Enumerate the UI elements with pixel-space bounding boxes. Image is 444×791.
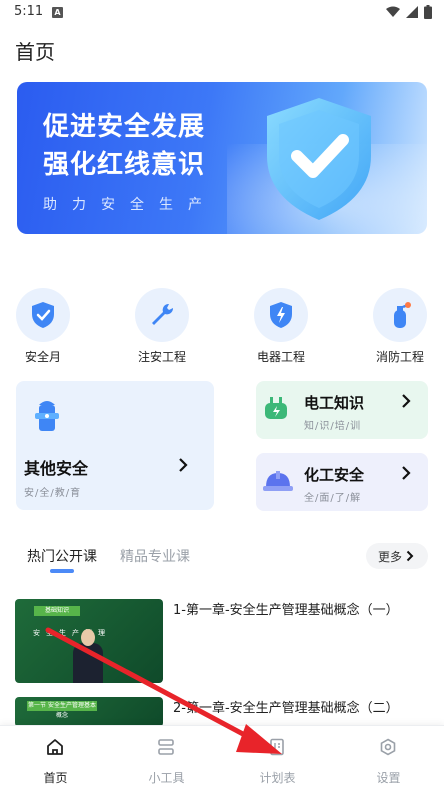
page-title: 首页 — [15, 40, 55, 64]
course-item-1[interactable]: 基础知识 安全生产管理 1-第一章-安全生产管理基础概念（一） — [15, 599, 429, 683]
course-thumbnail: 第一节 安全生产管理基本概念 — [15, 697, 163, 727]
category-electrical-engineering[interactable]: 电器工程 — [241, 288, 321, 365]
nav-home[interactable]: 首页 — [0, 726, 111, 791]
battery-icon — [424, 5, 432, 19]
nav-planner[interactable]: 计划表 — [222, 726, 333, 791]
lightning-icon — [270, 302, 292, 328]
course-item-2[interactable]: 第一节 安全生产管理基本概念 2-第一章-安全生产管理基础概念（二） — [15, 697, 429, 727]
system-icons — [386, 5, 432, 19]
presenter-body — [73, 643, 103, 683]
category-circle — [16, 288, 70, 342]
banner-subtitle: 助力安全生产 — [43, 197, 217, 213]
plug-icon — [265, 397, 287, 419]
category-safety-month[interactable]: 安全月 — [3, 288, 83, 365]
thumbnail-text: 安全生产管理 — [33, 629, 111, 637]
category-label: 电器工程 — [256, 350, 305, 364]
home-page: 5:11 A 首页 促进安全发展 强化红线意识 助力安全生产 安全月 注安工程 … — [0, 0, 444, 791]
bottom-navigation: 首页 小工具 计划表 设置 — [0, 725, 444, 791]
nav-label: 计划表 — [259, 771, 296, 785]
presenter-head — [81, 629, 95, 646]
card-subtitle: 安/全/教/育 — [24, 488, 82, 499]
nav-tools[interactable]: 小工具 — [111, 726, 222, 791]
chevron-right-icon — [402, 466, 411, 480]
category-label: 注安工程 — [137, 350, 186, 364]
nav-label: 首页 — [43, 771, 68, 785]
category-circle — [254, 288, 308, 342]
notification-icon: A — [52, 7, 63, 18]
shield-check-icon — [32, 302, 54, 328]
thumbnail-tag: 第一节 安全生产管理基本概念 — [27, 701, 97, 719]
category-label: 消防工程 — [375, 350, 424, 364]
settings-icon — [380, 738, 396, 756]
category-fire-engineering[interactable]: 消防工程 — [360, 288, 440, 365]
banner-headline-1: 促进安全发展 — [43, 112, 206, 142]
nav-label: 小工具 — [148, 771, 185, 785]
banner-headline-2: 强化红线意识 — [43, 150, 206, 180]
category-label: 安全月 — [24, 350, 61, 364]
hydrant-icon — [35, 401, 59, 431]
status-bar: 5:11 A — [0, 0, 444, 26]
card-title: 电工知识 — [304, 394, 365, 412]
more-button[interactable]: 更多 — [366, 543, 428, 569]
helmet-icon — [263, 471, 293, 491]
signal-icon — [406, 6, 418, 18]
category-circle — [135, 288, 189, 342]
course-title: 2-第一章-安全生产管理基础概念（二） — [173, 701, 399, 716]
shield-check-icon — [267, 98, 371, 220]
wrench-icon — [152, 303, 174, 325]
tools-icon — [158, 739, 174, 755]
card-electrical-knowledge[interactable]: 电工知识 知/识/培/训 — [256, 381, 428, 439]
course-thumbnail: 基础知识 安全生产管理 — [15, 599, 163, 683]
home-icon — [47, 739, 63, 755]
tab-indicator — [50, 569, 74, 573]
card-title: 化工安全 — [304, 466, 365, 484]
tab-hot-courses[interactable]: 热门公开课 — [27, 546, 97, 566]
fire-extinguisher-icon — [394, 302, 411, 328]
card-subtitle: 全/面/了/解 — [304, 493, 362, 504]
nav-label: 设置 — [376, 771, 401, 785]
card-chemical-safety[interactable]: 化工安全 全/面/了/解 — [256, 453, 428, 511]
card-subtitle: 知/识/培/训 — [304, 421, 362, 432]
status-time: 5:11 — [14, 4, 44, 19]
category-circle — [373, 288, 427, 342]
category-safety-engineering[interactable]: 注安工程 — [122, 288, 202, 365]
tab-premium-courses[interactable]: 精品专业课 — [120, 546, 190, 566]
chevron-right-icon — [402, 394, 411, 408]
more-label: 更多 — [378, 549, 403, 564]
nav-settings[interactable]: 设置 — [333, 726, 444, 791]
thumbnail-tag: 基础知识 — [34, 606, 80, 616]
banner[interactable]: 促进安全发展 强化红线意识 助力安全生产 — [17, 82, 427, 234]
planner-icon — [270, 738, 284, 756]
card-other-safety[interactable]: 其他安全 安/全/教/育 — [16, 381, 214, 510]
chevron-right-icon — [179, 458, 188, 472]
card-title: 其他安全 — [24, 459, 89, 478]
wifi-icon — [386, 6, 400, 17]
course-title: 1-第一章-安全生产管理基础概念（一） — [173, 603, 399, 618]
chevron-right-icon — [406, 550, 414, 562]
